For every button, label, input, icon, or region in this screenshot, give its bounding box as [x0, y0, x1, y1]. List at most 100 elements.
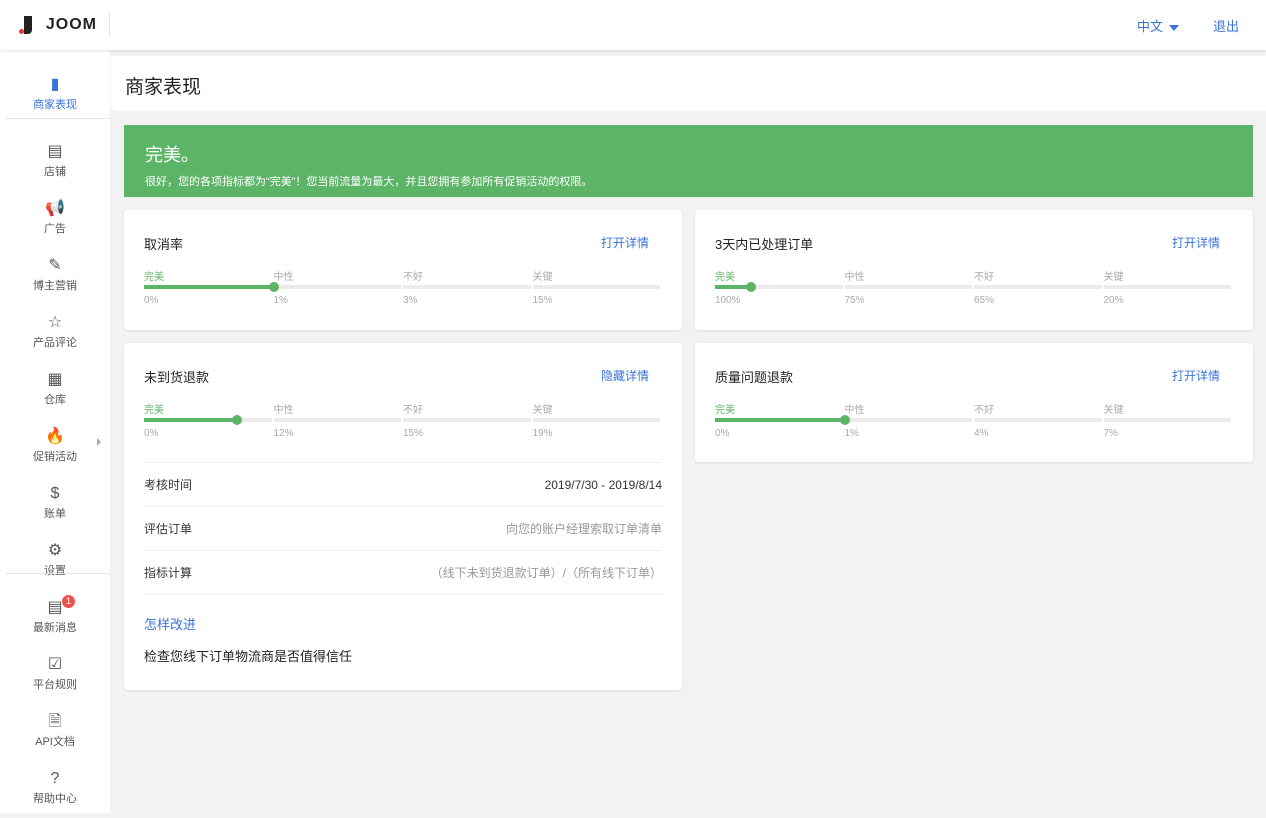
detail-row: 评估订单 向您的账户经理索取订单清单	[144, 506, 662, 550]
sidebar-item-warehouse[interactable]: ▦ 仓库	[0, 363, 110, 419]
threshold-value: 12%	[273, 428, 294, 439]
sidebar-item-store[interactable]: ▤ 店铺	[0, 135, 110, 191]
threshold-value: 75%	[844, 295, 865, 306]
gear-icon: ⚙	[47, 542, 63, 559]
star-icon: ☆	[47, 314, 63, 331]
sidebar-item-label: 帮助中心	[33, 793, 77, 805]
sidebar-item-document[interactable]: 🗎 API文档	[0, 705, 110, 761]
logout-link[interactable]: 退出	[1213, 16, 1239, 35]
progress-fill	[144, 418, 238, 422]
threshold-value: 15%	[532, 295, 553, 306]
metric-scale: 完美 0% 中性 1% 不好 3% 关键 15%	[144, 268, 662, 308]
scale-track	[273, 418, 401, 422]
level-label: 完美	[144, 272, 164, 283]
metric-scale: 完美 0% 中性 1% 不好 4% 关键 7%	[715, 401, 1233, 441]
scale-segment: 关键 7%	[1103, 401, 1234, 441]
scale-segment: 中性 1%	[273, 268, 404, 308]
scale-segment: 中性 75%	[844, 268, 975, 308]
scale-track	[532, 285, 660, 289]
metric-scale: 完美 100% 中性 75% 不好 65% 关键 20%	[715, 268, 1233, 308]
level-label: 中性	[273, 405, 294, 416]
toggle-details-link[interactable]: 打开详情	[1172, 367, 1220, 384]
threshold-value: 0%	[715, 428, 730, 439]
scale-track	[532, 418, 660, 422]
page-title: 商家表现	[125, 77, 202, 98]
threshold-value: 65%	[974, 295, 995, 306]
store-icon: ▤	[47, 143, 63, 160]
threshold-value: 4%	[974, 428, 989, 439]
sidebar-item-fire[interactable]: 🔥 促销活动	[0, 420, 110, 476]
sidebar-item-dollar[interactable]: $ 账单	[0, 477, 110, 533]
scale-track	[844, 285, 972, 289]
threshold-value: 3%	[403, 295, 418, 306]
metric-title: 质量问题退款	[715, 370, 794, 385]
scale-track	[403, 285, 531, 289]
toggle-details-link[interactable]: 打开详情	[1172, 234, 1220, 251]
scale-segment: 关键 15%	[532, 268, 663, 308]
fire-icon: 🔥	[45, 428, 65, 445]
megaphone-icon: 📢	[45, 200, 65, 217]
detail-divider	[144, 594, 662, 595]
banner-title: 完美。	[145, 145, 199, 165]
metric-scale: 完美 0% 中性 12% 不好 15% 关键 19%	[144, 401, 662, 441]
banner-message: 很好，您的各项指标都为“完美”！您当前流量为最大，并且您拥有参加所有促销活动的权…	[145, 176, 593, 188]
level-label: 关键	[1103, 272, 1124, 283]
sidebar-item-label: 店铺	[44, 166, 66, 178]
scale-track	[974, 418, 1102, 422]
joom-logo-icon	[19, 16, 32, 34]
scale-segment: 不好 65%	[974, 268, 1104, 308]
dollar-icon: $	[50, 485, 60, 502]
scale-track	[403, 418, 531, 422]
sidebar-item-label: 商家表现	[33, 99, 77, 111]
threshold-value: 1%	[273, 295, 288, 306]
sidebar-item-checklist[interactable]: ☑ 平台规则	[0, 648, 110, 704]
detail-key: 评估订单	[144, 522, 193, 536]
detail-value: 2019/7/30 - 2019/8/14	[544, 478, 662, 492]
scale-track	[974, 285, 1102, 289]
sidebar-item-star[interactable]: ☆ 产品评论	[0, 306, 110, 362]
sidebar-item-label: 设置	[44, 565, 66, 577]
joom-logo[interactable]: JOOM	[19, 13, 110, 37]
bar-chart-icon: ▮	[50, 76, 60, 93]
how-to-improve-link[interactable]: 怎样改进	[144, 614, 196, 633]
level-label: 完美	[715, 405, 735, 416]
detail-value: 向您的账户经理索取订单清单	[505, 522, 662, 536]
scale-segment: 不好 4%	[974, 401, 1104, 441]
page-header: 商家表现	[111, 56, 1266, 111]
sidebar-divider	[6, 118, 110, 119]
toggle-details-link[interactable]: 隐藏详情	[601, 367, 649, 384]
language-selector[interactable]: 中文	[1137, 16, 1180, 35]
brand-name: JOOM	[45, 16, 97, 33]
checklist-icon: ☑	[47, 656, 63, 673]
level-label: 中性	[273, 272, 294, 283]
level-label: 关键	[532, 405, 553, 416]
progress-marker	[839, 415, 850, 425]
threshold-value: 100%	[715, 295, 741, 306]
sidebar-item-help[interactable]: ? 帮助中心	[0, 762, 110, 818]
level-label: 不好	[974, 405, 994, 416]
sidebar-item-megaphone[interactable]: 📢 广告	[0, 192, 110, 248]
language-label: 中文	[1137, 19, 1164, 34]
level-label: 完美	[144, 405, 164, 416]
sidebar-item-blogger[interactable]: ✎ 博主营销	[0, 249, 110, 305]
threshold-value: 19%	[532, 428, 553, 439]
help-icon: ?	[50, 770, 60, 787]
blogger-icon: ✎	[48, 257, 62, 274]
sidebar-item-news[interactable]: ▤ 最新消息 1	[0, 591, 110, 647]
scale-segment: 中性 12%	[273, 401, 404, 441]
metric-card: 3天内已处理订单 打开详情 完美 100% 中性 75% 不好 65% 关键 20%	[695, 210, 1253, 330]
sidebar-item-label: 产品评论	[33, 337, 77, 349]
sidebar-item-label: 仓库	[44, 394, 66, 406]
metric-card: 质量问题退款 打开详情 完美 0% 中性 1% 不好 4% 关键 7%	[695, 343, 1253, 462]
sidebar-item-label: 广告	[44, 223, 66, 235]
sidebar-item-bar-chart[interactable]: ▮ 商家表现	[0, 68, 110, 124]
threshold-value: 0%	[144, 295, 159, 306]
level-label: 关键	[1103, 405, 1124, 416]
sidebar-item-gear[interactable]: ⚙ 设置	[0, 534, 110, 590]
threshold-value: 0%	[144, 428, 159, 439]
detail-key: 指标计算	[144, 566, 193, 580]
sidebar-divider	[6, 573, 110, 574]
detail-value: （线下未到货退款订单）/（所有线下订单）	[430, 566, 662, 580]
sidebar-item-label: 平台规则	[33, 679, 77, 691]
toggle-details-link[interactable]: 打开详情	[601, 234, 649, 251]
